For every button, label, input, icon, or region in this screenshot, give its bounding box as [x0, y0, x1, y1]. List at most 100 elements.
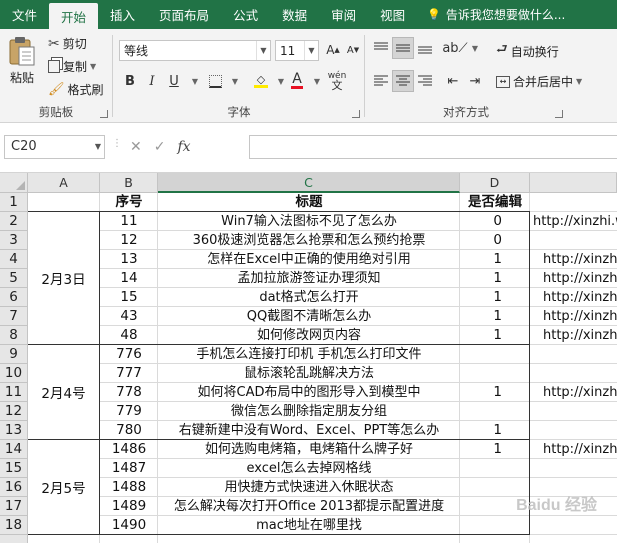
- font-launcher-icon[interactable]: [352, 110, 360, 118]
- row-header[interactable]: 7: [0, 307, 28, 326]
- select-all-button[interactable]: [0, 173, 28, 193]
- cell-edited[interactable]: [460, 497, 510, 516]
- row-header[interactable]: [0, 535, 28, 543]
- align-center-icon[interactable]: [392, 70, 414, 92]
- column-header-d[interactable]: D: [460, 173, 530, 193]
- cell-link[interactable]: [543, 459, 617, 478]
- cell-edited[interactable]: 1: [460, 269, 510, 288]
- row-header[interactable]: 2: [0, 212, 28, 231]
- worksheet-grid[interactable]: A B C D 1 2 3 4 5 6 7 8 9 10 11 12 13 14 15 16 17 18 序号 标题 是否编辑 1…: [0, 173, 617, 543]
- cell-number[interactable]: 779: [100, 402, 158, 421]
- ribbon-tab[interactable]: 页面布局: [147, 0, 221, 29]
- cell-link[interactable]: [543, 364, 617, 383]
- cell-link[interactable]: http://xinzh: [543, 269, 617, 288]
- cell-link[interactable]: [543, 345, 617, 364]
- cell-link[interactable]: http://xinzh: [543, 383, 617, 402]
- tell-me-box[interactable]: 💡 告诉我您想要做什么...: [417, 0, 565, 29]
- cut-button[interactable]: ✂ 剪切: [48, 35, 87, 52]
- merged-date-cell[interactable]: 2月5号: [28, 440, 99, 534]
- cell-number[interactable]: 11: [100, 212, 158, 231]
- cell-number[interactable]: 43: [100, 307, 158, 326]
- cell-title[interactable]: 如何选购电烤箱，电烤箱什么牌子好: [158, 440, 460, 459]
- ribbon-tab[interactable]: 审阅: [319, 0, 368, 29]
- cell-number[interactable]: 1489: [100, 497, 158, 516]
- italic-button[interactable]: I: [141, 70, 163, 92]
- phonetic-guide-button[interactable]: wén 文: [326, 70, 348, 92]
- cell-edited[interactable]: [460, 478, 510, 497]
- chevron-down-icon[interactable]: ▼: [224, 70, 246, 92]
- cell-title[interactable]: 微信怎么删除指定朋友分组: [158, 402, 460, 421]
- ribbon-tab[interactable]: 开始: [49, 3, 99, 29]
- cell-edited[interactable]: 1: [460, 307, 510, 326]
- chevron-down-icon[interactable]: ▼: [184, 70, 206, 92]
- increase-indent-icon[interactable]: ⇥: [464, 70, 486, 92]
- orientation-icon[interactable]: ab⟋: [442, 37, 467, 59]
- cell-link[interactable]: [543, 231, 617, 250]
- cell-title[interactable]: mac地址在哪里找: [158, 516, 460, 535]
- cell-edited[interactable]: [460, 345, 510, 364]
- cell-title[interactable]: dat格式怎么打开: [158, 288, 460, 307]
- align-left-icon[interactable]: [370, 70, 392, 92]
- row-header[interactable]: 10: [0, 364, 28, 383]
- cell-title[interactable]: 怎么解决每次打开Office 2013都提示配置进度: [158, 497, 460, 516]
- ribbon-tab[interactable]: 插入: [98, 0, 147, 29]
- cell-edited[interactable]: 1: [460, 440, 510, 459]
- row-header[interactable]: 14: [0, 440, 28, 459]
- bold-button[interactable]: B: [119, 70, 141, 92]
- cell-edited[interactable]: 1: [460, 250, 510, 269]
- cancel-icon[interactable]: ✕: [130, 139, 142, 155]
- cell-number[interactable]: 1490: [100, 516, 158, 535]
- row-header[interactable]: 5: [0, 269, 28, 288]
- cell-edited[interactable]: 0: [460, 212, 510, 231]
- align-top-icon[interactable]: [370, 37, 392, 59]
- increase-font-icon[interactable]: A ▲: [322, 39, 344, 61]
- cell-number[interactable]: 1488: [100, 478, 158, 497]
- enter-icon[interactable]: ✓: [154, 139, 166, 155]
- cell-title[interactable]: 如何将CAD布局中的图形导入到模型中: [158, 383, 460, 402]
- cell-link[interactable]: http://xinzh: [543, 288, 617, 307]
- alignment-launcher-icon[interactable]: [555, 110, 563, 118]
- cell-number[interactable]: 14: [100, 269, 158, 288]
- column-header-a[interactable]: A: [28, 173, 100, 193]
- cell-title[interactable]: 孟加拉旅游签证办理须知: [158, 269, 460, 288]
- ribbon-tab[interactable]: 文件: [0, 0, 49, 29]
- cell-edited[interactable]: 0: [460, 231, 510, 250]
- column-header-e[interactable]: [530, 173, 617, 193]
- copy-button[interactable]: 复制 ▼: [48, 58, 96, 75]
- cell-number[interactable]: 1487: [100, 459, 158, 478]
- font-size-select[interactable]: 11 ▼: [275, 40, 319, 61]
- chevron-down-icon[interactable]: ▼: [464, 37, 486, 59]
- ribbon-tab[interactable]: 公式: [221, 0, 270, 29]
- row-header[interactable]: 17: [0, 497, 28, 516]
- cell-edited[interactable]: [460, 402, 510, 421]
- cell-title[interactable]: 怎样在Excel中正确的使用绝对引用: [158, 250, 460, 269]
- cell-link[interactable]: [543, 516, 617, 535]
- row-header[interactable]: 6: [0, 288, 28, 307]
- header-cell-edited[interactable]: 是否编辑: [460, 193, 530, 212]
- cell-link[interactable]: http://xinzh: [543, 326, 617, 345]
- cell-edited[interactable]: 1: [460, 326, 510, 345]
- decrease-indent-icon[interactable]: ⇤: [442, 70, 464, 92]
- row-header[interactable]: 11: [0, 383, 28, 402]
- fill-color-icon[interactable]: ◇: [250, 70, 272, 92]
- cell-number[interactable]: 12: [100, 231, 158, 250]
- ribbon-tab[interactable]: 视图: [368, 0, 417, 29]
- cell-number[interactable]: 777: [100, 364, 158, 383]
- merge-center-button[interactable]: ↔ 合并后居中 ▼: [496, 73, 582, 90]
- chevron-down-icon[interactable]: ▼: [306, 70, 328, 92]
- cell-title[interactable]: 右键新建中没有Word、Excel、PPT等怎么办: [158, 421, 460, 440]
- column-header-b[interactable]: B: [100, 173, 158, 193]
- cell-number[interactable]: 780: [100, 421, 158, 440]
- cell-title[interactable]: excel怎么去掉网格线: [158, 459, 460, 478]
- row-header[interactable]: 8: [0, 326, 28, 345]
- cell-title[interactable]: Win7输入法图标不见了怎么办: [158, 212, 460, 231]
- cell-link[interactable]: [543, 402, 617, 421]
- paste-button[interactable]: 粘贴: [8, 35, 36, 86]
- cell-number[interactable]: 778: [100, 383, 158, 402]
- name-box[interactable]: C20 ▼: [4, 135, 105, 159]
- cell-edited[interactable]: [460, 364, 510, 383]
- cell-link[interactable]: http://xinzh: [543, 250, 617, 269]
- cell-edited[interactable]: [460, 459, 510, 478]
- cell-number[interactable]: 15: [100, 288, 158, 307]
- font-color-icon[interactable]: A: [286, 70, 308, 92]
